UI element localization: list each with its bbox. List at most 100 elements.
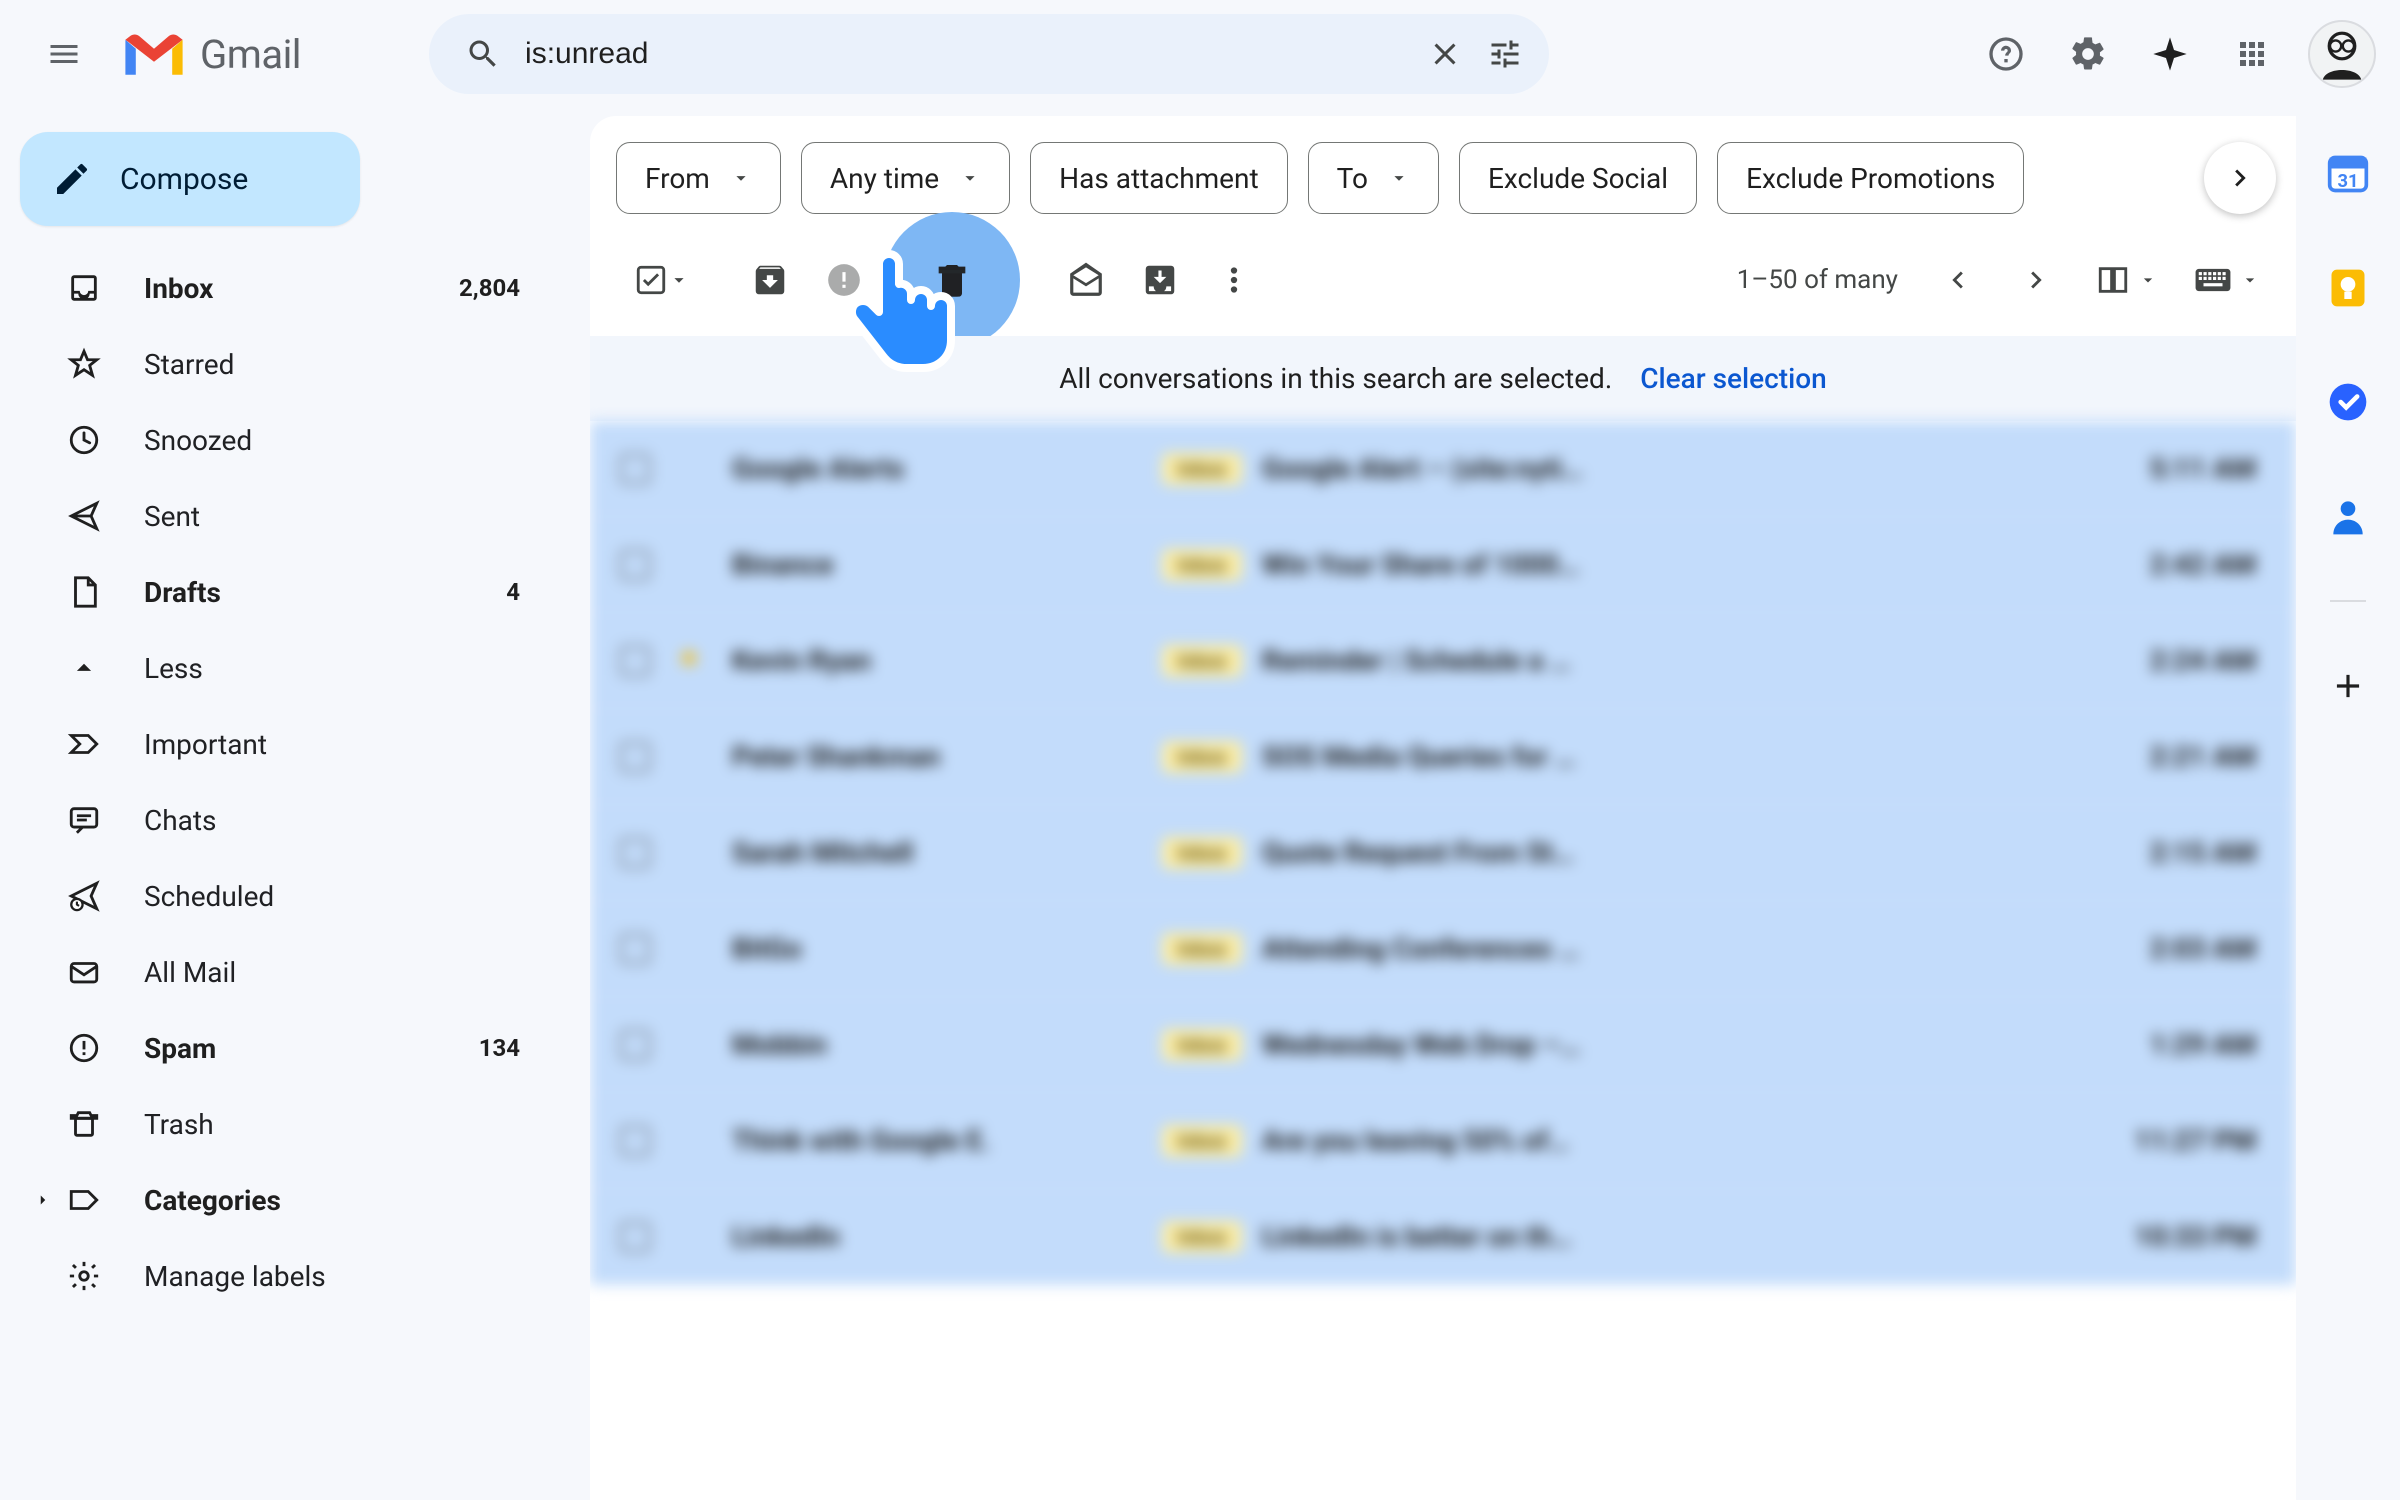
inbox-icon bbox=[60, 271, 108, 305]
search-options-button[interactable] bbox=[1475, 24, 1535, 84]
sidebar-item-scheduled[interactable]: Scheduled bbox=[20, 858, 556, 934]
trash-icon bbox=[60, 1107, 108, 1141]
email-sender: LinkedIn bbox=[732, 1220, 1162, 1253]
email-sender: Peter Shankman bbox=[732, 740, 1162, 773]
sidebar-item-send[interactable]: Sent bbox=[20, 478, 556, 554]
email-checkbox[interactable] bbox=[620, 646, 650, 676]
email-checkbox[interactable] bbox=[620, 1030, 650, 1060]
sidebar-item-label: Chats bbox=[144, 804, 520, 837]
email-checkbox[interactable] bbox=[620, 454, 650, 484]
gemini-button[interactable] bbox=[2132, 16, 2208, 92]
email-star[interactable] bbox=[676, 1222, 706, 1252]
email-row[interactable]: Peter ShankmanInboxSOS Media Queries for… bbox=[590, 709, 2296, 805]
sidebar-item-label: Categories bbox=[144, 1184, 520, 1217]
email-sender: Think with Google E. bbox=[732, 1124, 1162, 1157]
trash-icon bbox=[932, 260, 972, 300]
chips-scroll-right-button[interactable] bbox=[2204, 142, 2276, 214]
email-star[interactable] bbox=[676, 838, 706, 868]
more-actions-button[interactable] bbox=[1200, 246, 1268, 314]
svg-text:31: 31 bbox=[2337, 171, 2358, 192]
email-star[interactable] bbox=[676, 934, 706, 964]
filter-chip-exclude-social[interactable]: Exclude Social bbox=[1459, 142, 1697, 214]
allmail-icon bbox=[60, 955, 108, 989]
sidebar-item-chats[interactable]: Chats bbox=[20, 782, 556, 858]
page-next-button[interactable] bbox=[2002, 246, 2070, 314]
email-row[interactable]: BinanceInboxWin Your Share of 1000…2:42 … bbox=[590, 517, 2296, 613]
gmail-wordmark: Gmail bbox=[200, 31, 301, 78]
email-time: 11:27 PM bbox=[2116, 1124, 2256, 1157]
filter-chip-any-time[interactable]: Any time bbox=[801, 142, 1010, 214]
account-avatar[interactable] bbox=[2308, 20, 2376, 88]
filter-chip-exclude-promotions[interactable]: Exclude Promotions bbox=[1717, 142, 2024, 214]
keep-app-button[interactable] bbox=[2314, 254, 2382, 322]
email-checkbox[interactable] bbox=[620, 1222, 650, 1252]
chevron-right-icon bbox=[2223, 161, 2257, 195]
side-panel-divider bbox=[2330, 600, 2366, 602]
email-row[interactable]: Sarah MitchellInboxQuote Request From St… bbox=[590, 805, 2296, 901]
get-addons-button[interactable] bbox=[2314, 652, 2382, 720]
tasks-app-button[interactable] bbox=[2314, 368, 2382, 436]
email-row[interactable]: BitGoInboxAttending Conferences …2:03 AM bbox=[590, 901, 2296, 997]
email-inbox-label: Inbox bbox=[1162, 645, 1242, 677]
gmail-logo[interactable]: Gmail bbox=[112, 28, 301, 80]
sidebar-item-draft[interactable]: Drafts4 bbox=[20, 554, 556, 630]
caret-down-icon bbox=[2138, 270, 2158, 290]
email-checkbox[interactable] bbox=[620, 742, 650, 772]
chip-label: Exclude Promotions bbox=[1746, 162, 1995, 195]
filter-chips-row: From Any time Has attachment To Exclude Soci… bbox=[590, 116, 2296, 234]
support-button[interactable] bbox=[1968, 16, 2044, 92]
email-subject: Reminder | Schedule a … bbox=[1262, 644, 2116, 677]
calendar-app-button[interactable]: 31 bbox=[2314, 140, 2382, 208]
email-row[interactable]: Think with Google E.InboxAre you leaving… bbox=[590, 1093, 2296, 1189]
email-row[interactable]: Google AlertsInboxGoogle Alert – (site:n… bbox=[590, 421, 2296, 517]
sidebar-item-trash[interactable]: Trash bbox=[20, 1086, 556, 1162]
email-star[interactable] bbox=[676, 1126, 706, 1156]
email-star[interactable] bbox=[676, 1030, 706, 1060]
email-row[interactable]: Kevin RyanInboxReminder | Schedule a …2:… bbox=[590, 613, 2296, 709]
email-checkbox[interactable] bbox=[620, 550, 650, 580]
sidebar-item-inbox[interactable]: Inbox2,804 bbox=[20, 250, 556, 326]
sidebar-item-less[interactable]: Less bbox=[20, 630, 556, 706]
split-pane-toggle[interactable] bbox=[2080, 246, 2168, 314]
email-star[interactable] bbox=[676, 742, 706, 772]
email-checkbox[interactable] bbox=[620, 838, 650, 868]
search-button[interactable] bbox=[453, 24, 513, 84]
settings-button[interactable] bbox=[2050, 16, 2126, 92]
search-input[interactable] bbox=[513, 37, 1415, 71]
mark-as-read-button[interactable] bbox=[1052, 246, 1120, 314]
contacts-app-button[interactable] bbox=[2314, 482, 2382, 550]
main-menu-button[interactable] bbox=[24, 14, 104, 94]
compose-button[interactable]: Compose bbox=[20, 132, 360, 226]
sidebar-item-clock[interactable]: Snoozed bbox=[20, 402, 556, 478]
selection-banner: All conversations in this search are sel… bbox=[590, 336, 2296, 421]
filter-chip-has-attachment[interactable]: Has attachment bbox=[1030, 142, 1288, 214]
email-row[interactable]: LinkedInInboxLinkedIn is better on th…10… bbox=[590, 1189, 2296, 1285]
delete-button[interactable] bbox=[884, 212, 1020, 348]
sidebar-item-spam[interactable]: Spam134 bbox=[20, 1010, 556, 1086]
email-checkbox[interactable] bbox=[620, 1126, 650, 1156]
filter-chip-to[interactable]: To bbox=[1308, 142, 1439, 214]
sidebar-item-important[interactable]: Important bbox=[20, 706, 556, 782]
filter-chip-from[interactable]: From bbox=[616, 142, 781, 214]
email-star[interactable] bbox=[676, 454, 706, 484]
sidebar-item-manage[interactable]: Manage labels bbox=[20, 1238, 556, 1314]
select-all-checkbox[interactable] bbox=[616, 246, 704, 314]
email-star[interactable] bbox=[676, 646, 706, 676]
email-star[interactable] bbox=[676, 550, 706, 580]
sidebar-item-allmail[interactable]: All Mail bbox=[20, 934, 556, 1010]
clear-selection-link[interactable]: Clear selection bbox=[1640, 362, 1826, 395]
report-spam-button[interactable] bbox=[810, 246, 878, 314]
draft-icon bbox=[60, 575, 108, 609]
sidebar-item-categories[interactable]: Categories bbox=[20, 1162, 556, 1238]
move-to-inbox-button[interactable] bbox=[1126, 246, 1194, 314]
email-row[interactable]: MobbinInboxWednesday Web Drop –…1:29 AM bbox=[590, 997, 2296, 1093]
caret-down-icon bbox=[2240, 270, 2260, 290]
sidebar-item-star[interactable]: Starred bbox=[20, 326, 556, 402]
apps-button[interactable] bbox=[2214, 16, 2290, 92]
input-tools-toggle[interactable] bbox=[2178, 246, 2270, 314]
archive-button[interactable] bbox=[736, 246, 804, 314]
page-prev-button[interactable] bbox=[1924, 246, 1992, 314]
email-inbox-label: Inbox bbox=[1162, 933, 1242, 965]
email-checkbox[interactable] bbox=[620, 934, 650, 964]
search-clear-button[interactable] bbox=[1415, 24, 1475, 84]
